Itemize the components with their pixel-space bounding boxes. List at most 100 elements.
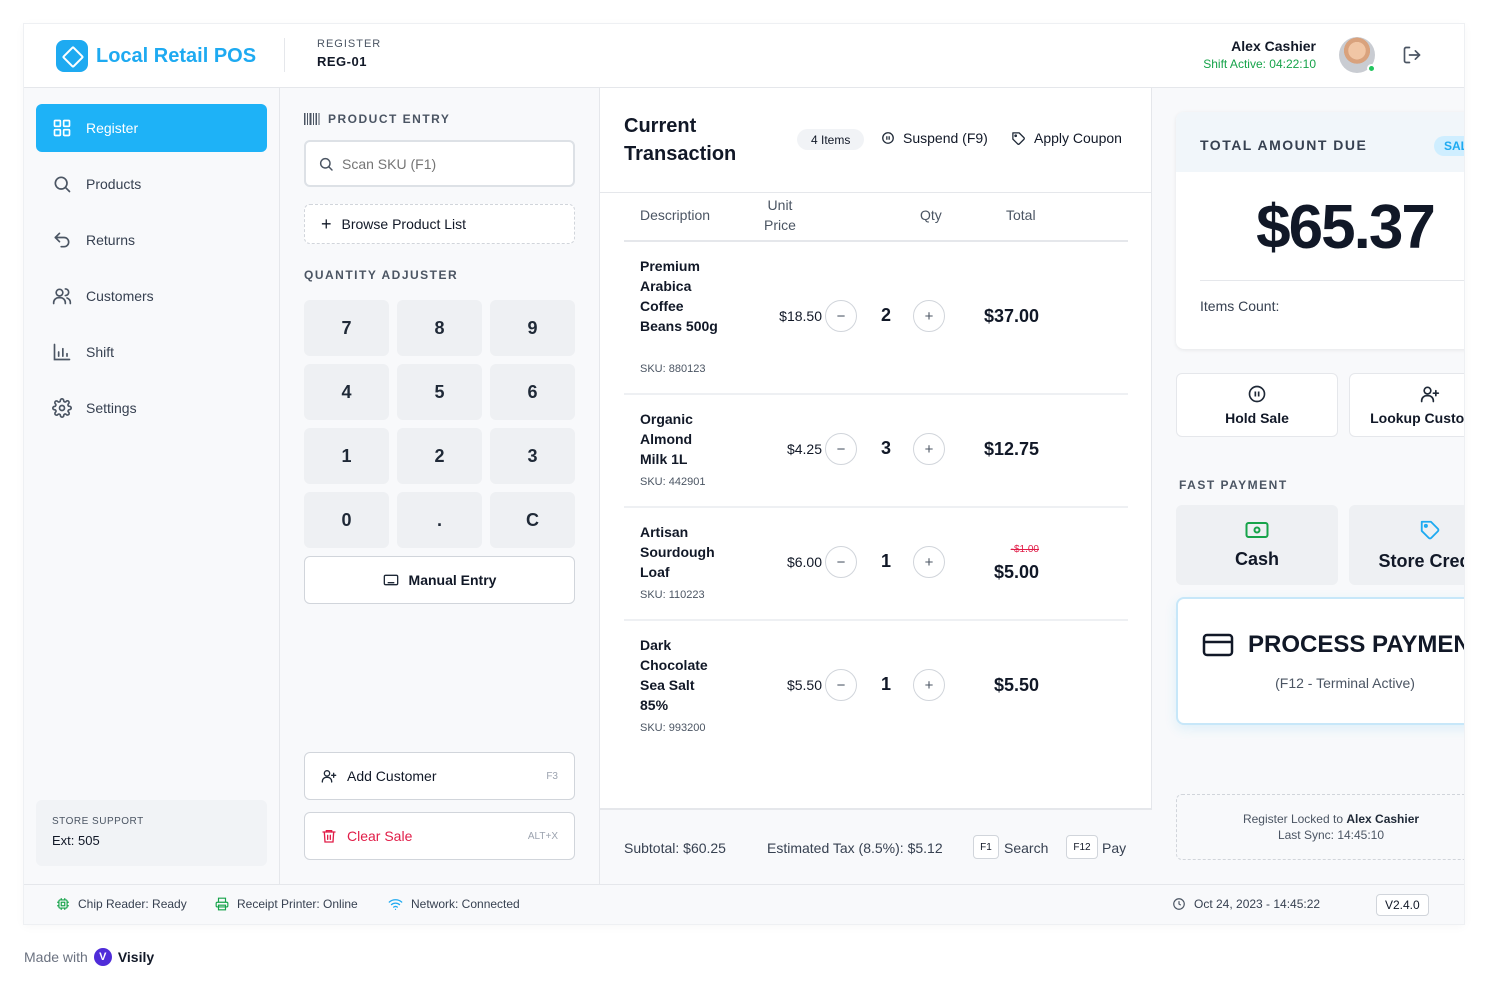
logout-icon[interactable] xyxy=(1402,45,1422,65)
subtotal: Subtotal: $60.25 xyxy=(624,840,726,856)
tag-icon xyxy=(1012,131,1025,145)
clear-sale-shortcut: ALT+X xyxy=(527,830,558,842)
made-with-footer[interactable]: Made with V Visily xyxy=(24,948,154,966)
qty-decrease-button[interactable]: − xyxy=(825,300,857,332)
cash-label: Cash xyxy=(1234,548,1279,569)
tag-icon xyxy=(1420,520,1440,539)
keypad-key-1[interactable]: 1 xyxy=(304,428,389,484)
search-shortcut-label[interactable]: Search xyxy=(1004,840,1048,856)
column-header-qty: Qty xyxy=(920,207,942,223)
sidebar-item-label: Settings xyxy=(86,400,137,416)
add-customer-shortcut: F3 xyxy=(546,770,558,782)
printer-label: Receipt Printer: Online xyxy=(237,897,358,911)
keypad-key-6[interactable]: 6 xyxy=(490,364,575,420)
line-item-unit-price: $6.00 xyxy=(786,554,822,570)
items-count-badge: 4 Items xyxy=(797,129,865,150)
keypad-key-3[interactable]: 3 xyxy=(490,428,575,484)
apply-coupon-label: Apply Coupon xyxy=(1034,130,1122,146)
datetime-label: Oct 24, 2023 - 14:45:22 xyxy=(1194,897,1321,911)
line-item-unit-price: $18.50 xyxy=(779,308,822,324)
cash-payment-button[interactable]: Cash xyxy=(1176,505,1338,585)
sidebar-item-shift[interactable]: Shift xyxy=(36,328,267,376)
line-item-name: Artisan Sourdough Loaf xyxy=(640,524,715,580)
row-divider xyxy=(624,393,1128,395)
current-transaction-panel: Current Transaction 4 Items Suspend (F9)… xyxy=(600,88,1152,884)
keypad-key-decimal[interactable]: . xyxy=(397,492,482,548)
manual-entry-button[interactable]: Manual Entry xyxy=(304,556,575,604)
pause-circle-icon xyxy=(1248,385,1266,403)
table-header-rule xyxy=(624,240,1128,242)
qty-increase-button[interactable]: + xyxy=(913,300,945,332)
sidebar-item-label: Returns xyxy=(86,232,136,248)
manual-entry-label: Manual Entry xyxy=(408,572,497,588)
add-customer-button[interactable]: Add Customer F3 xyxy=(304,752,575,800)
keypad-key-9[interactable]: 9 xyxy=(490,300,575,356)
keypad-key-2[interactable]: 2 xyxy=(397,428,482,484)
sidebar-item-settings[interactable]: Settings xyxy=(36,384,267,432)
qty-increase-button[interactable]: + xyxy=(913,433,945,465)
lock-line: Register Locked to Alex Cashier xyxy=(1177,811,1464,827)
cash-icon xyxy=(1245,521,1269,538)
sidebar-item-returns[interactable]: Returns xyxy=(36,216,267,264)
items-count-label: Items Count: xyxy=(1200,298,1280,314)
online-indicator xyxy=(1367,64,1376,73)
transaction-title: Current Transaction xyxy=(624,115,737,165)
column-header-total: Total xyxy=(1006,207,1036,223)
add-user-icon xyxy=(1420,386,1440,403)
qty-decrease-button[interactable]: − xyxy=(825,546,857,578)
lookup-customer-button[interactable]: Lookup Customer xyxy=(1349,373,1464,437)
qty-increase-button[interactable]: + xyxy=(913,669,945,701)
store-support: STORE SUPPORT Ext: 505 xyxy=(36,800,267,866)
avatar[interactable] xyxy=(1339,37,1376,73)
apply-coupon-button[interactable]: Apply Coupon xyxy=(1011,130,1122,146)
status-bar: Chip Reader: Ready Receipt Printer: Onli… xyxy=(24,884,1464,924)
app-logo[interactable]: Local Retail POS xyxy=(56,40,256,72)
shift-status: Shift Active: 04:22:10 xyxy=(1203,57,1316,71)
return-arrow-icon xyxy=(54,232,70,248)
process-payment-button[interactable]: PROCESS PAYMENT (F12 - Terminal Active) xyxy=(1176,597,1464,725)
qty-decrease-button[interactable]: − xyxy=(825,669,857,701)
keypad-key-0[interactable]: 0 xyxy=(304,492,389,548)
sidebar-item-products[interactable]: Products xyxy=(36,160,267,208)
pay-shortcut-label[interactable]: Pay xyxy=(1102,840,1126,856)
sidebar-item-customers[interactable]: Customers xyxy=(36,272,267,320)
sale-badge: SALE xyxy=(1434,136,1464,156)
register-label: REGISTER xyxy=(317,38,382,50)
grid-icon xyxy=(53,119,71,137)
keypad-key-4[interactable]: 4 xyxy=(304,364,389,420)
hold-sale-button[interactable]: Hold Sale xyxy=(1176,373,1338,437)
user-name: Alex Cashier xyxy=(1231,38,1316,54)
top-header: Local Retail POS REGISTER REG-01 Alex Ca… xyxy=(24,24,1464,88)
line-item-qty: 3 xyxy=(880,438,891,458)
clear-sale-button[interactable]: Clear Sale ALT+X xyxy=(304,812,575,860)
scan-sku-field[interactable] xyxy=(304,140,575,187)
total-amount-card: TOTAL AMOUNT DUE SALE $65.37 Items Count… xyxy=(1176,112,1464,349)
qty-increase-button[interactable]: + xyxy=(913,546,945,578)
browse-product-list-button[interactable]: + Browse Product List xyxy=(304,204,575,244)
line-item-total: $12.75 xyxy=(983,439,1039,459)
qty-decrease-button[interactable]: − xyxy=(825,433,857,465)
chip-icon xyxy=(57,898,69,910)
sidebar-item-register[interactable]: Register xyxy=(36,104,267,152)
total-card-header: TOTAL AMOUNT DUE SALE xyxy=(1176,112,1464,172)
line-item-sku: SKU: 110223 xyxy=(640,589,705,601)
line-item-discount: -$1.00 xyxy=(1010,544,1039,555)
scan-sku-input[interactable] xyxy=(342,155,562,172)
lock-text: Register Locked to xyxy=(1242,812,1343,826)
line-item-sku: SKU: 880123 xyxy=(640,363,706,375)
search-icon xyxy=(54,176,71,193)
process-payment-label: PROCESS PAYMENT xyxy=(1248,631,1464,658)
keypad-key-8[interactable]: 8 xyxy=(397,300,482,356)
keypad-key-7[interactable]: 7 xyxy=(304,300,389,356)
product-entry-label: PRODUCT ENTRY xyxy=(328,112,451,126)
estimated-tax: Estimated Tax (8.5%): $5.12 xyxy=(767,840,943,856)
datetime: Oct 24, 2023 - 14:45:22 xyxy=(1172,897,1320,911)
product-entry-title: PRODUCT ENTRY xyxy=(304,112,450,126)
suspend-button[interactable]: Suspend (F9) xyxy=(881,130,988,146)
suspend-label: Suspend (F9) xyxy=(903,130,988,146)
keypad-key-5[interactable]: 5 xyxy=(397,364,482,420)
pause-circle-icon xyxy=(882,132,894,144)
store-credit-button[interactable]: Store Credit xyxy=(1349,505,1464,585)
transaction-header-divider xyxy=(600,192,1152,193)
keypad-key-clear[interactable]: C xyxy=(490,492,575,548)
